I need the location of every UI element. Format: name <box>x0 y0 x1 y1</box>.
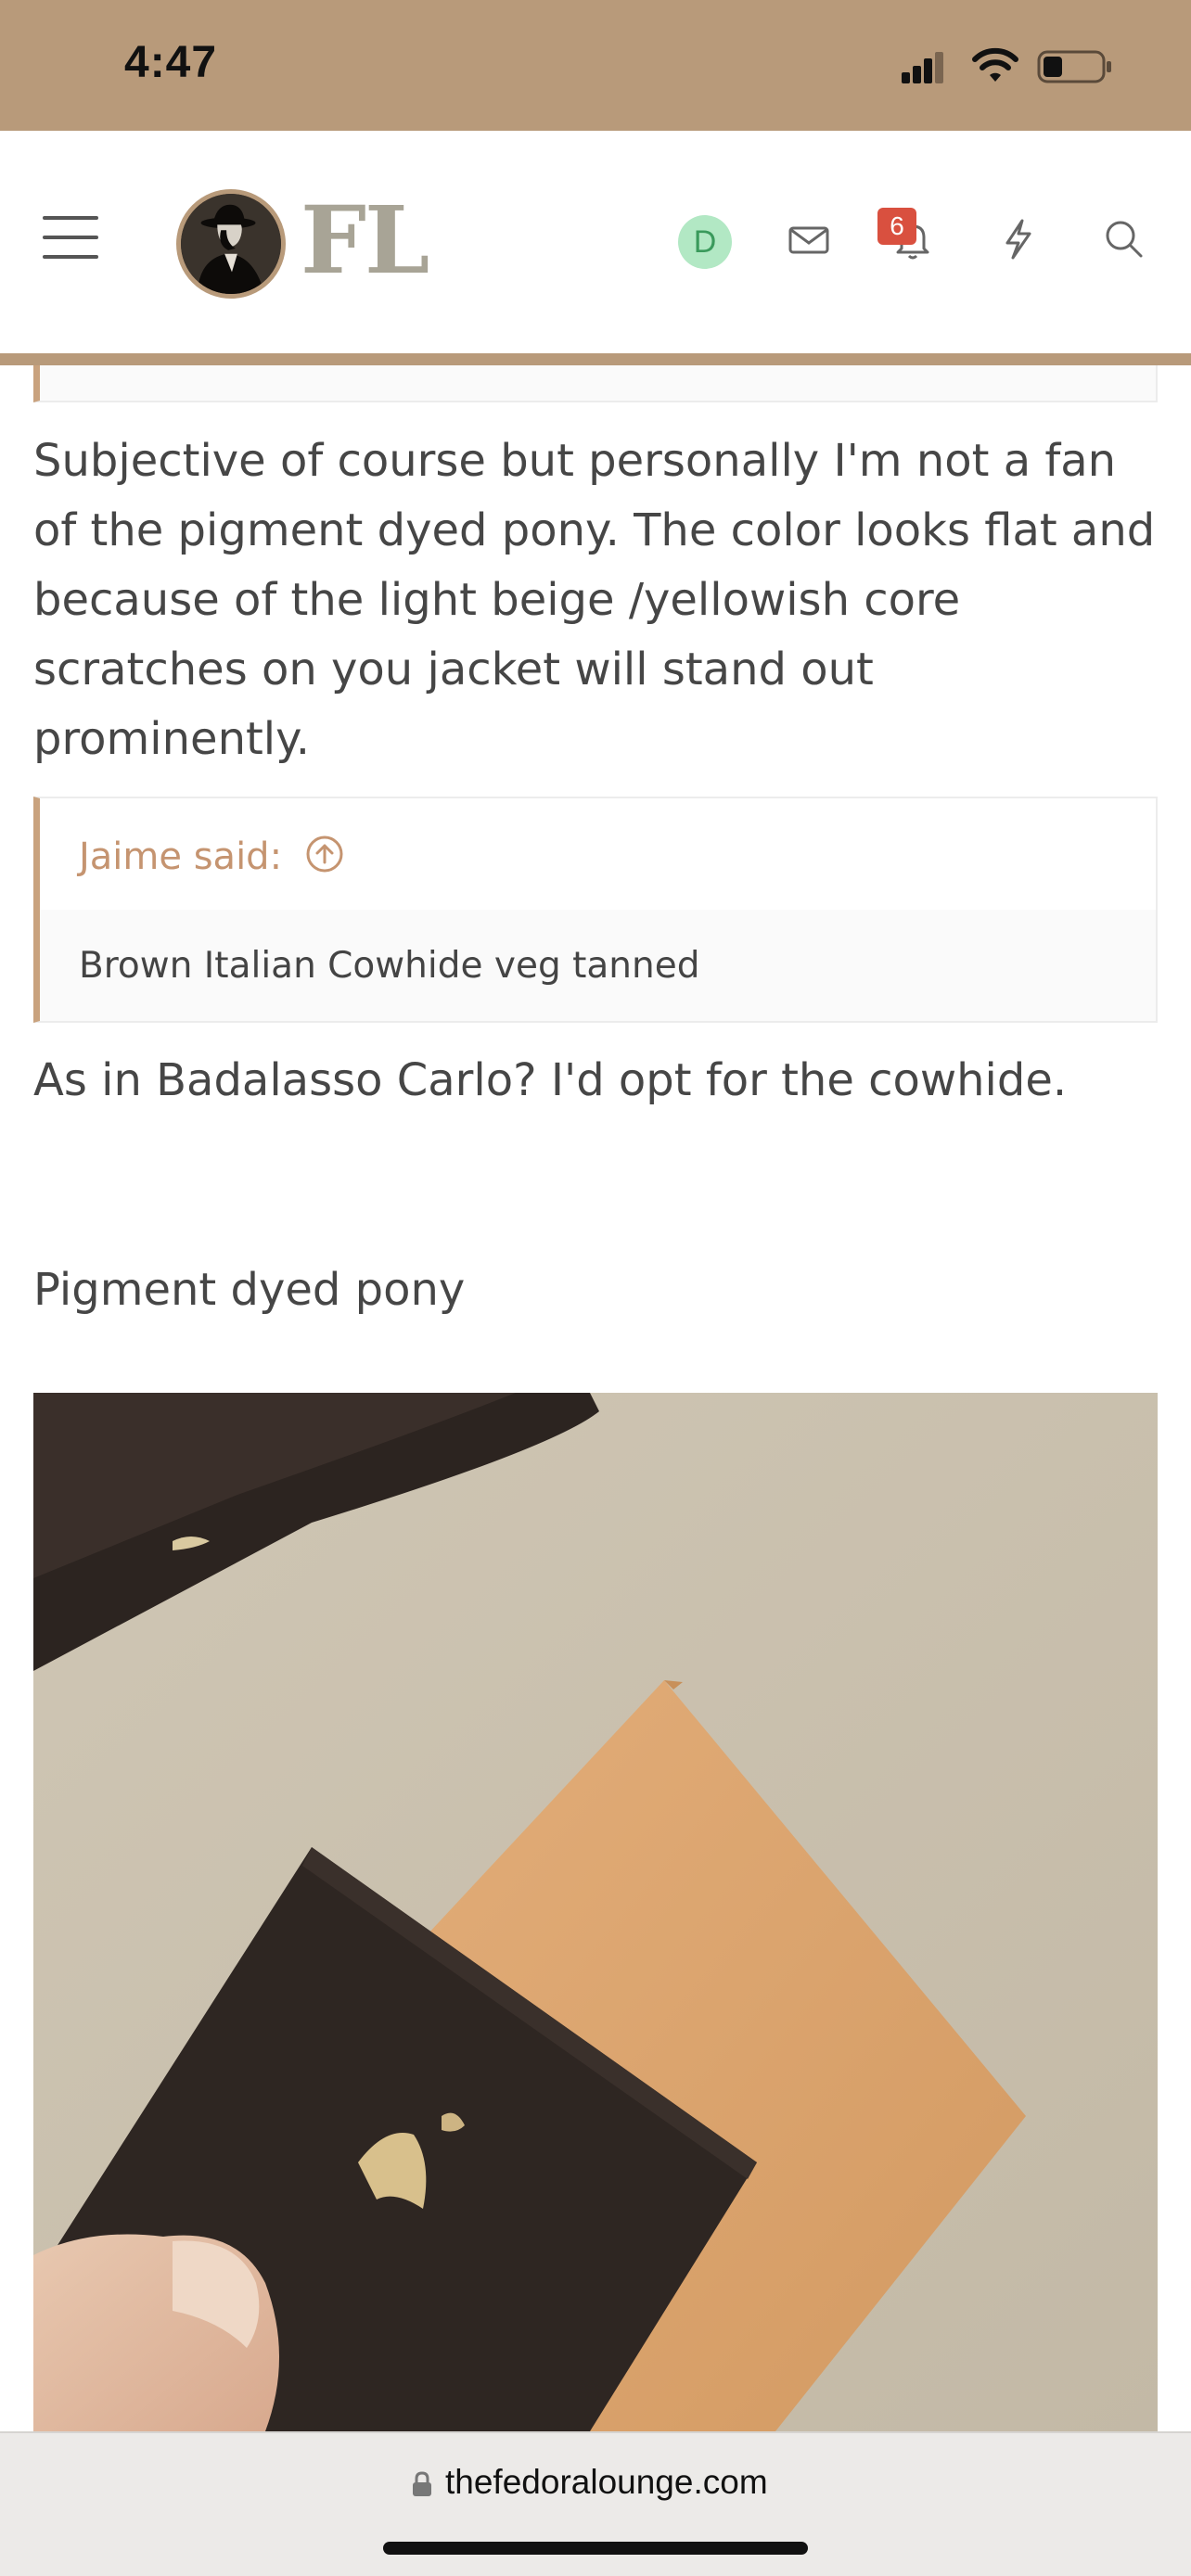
leather-sample-photo[interactable] <box>33 1393 1158 2431</box>
search-icon[interactable] <box>1100 215 1148 263</box>
menu-icon[interactable] <box>43 216 98 259</box>
post-paragraph: Subjective of course but personally I'm … <box>33 435 1156 765</box>
jump-to-quote-icon[interactable] <box>304 834 345 874</box>
fedora-man-logo-icon <box>176 189 286 299</box>
status-bar: 4:47 <box>0 0 1191 131</box>
image-caption: Pigment dyed pony <box>33 1264 466 1316</box>
quote-attribution-link[interactable]: Jaime said: <box>79 835 282 878</box>
notification-count-badge[interactable]: 6 <box>877 208 916 245</box>
battery-icon <box>1037 50 1111 83</box>
logo-text: FL <box>301 185 429 295</box>
header-divider <box>0 353 1191 365</box>
previous-quote-block <box>33 365 1158 402</box>
mail-icon[interactable] <box>785 215 833 263</box>
url-text[interactable]: thefedoralounge.com <box>445 2463 768 2502</box>
lock-icon <box>413 2471 431 2496</box>
user-avatar[interactable]: D <box>678 215 732 269</box>
home-indicator[interactable] <box>383 2542 808 2555</box>
quote-header: Jaime said: <box>40 798 1156 910</box>
quote-block: Jaime said: Brown Italian Cowhide veg ta… <box>33 797 1158 1023</box>
wifi-icon <box>972 47 1018 82</box>
site-logo[interactable]: FL <box>176 185 429 299</box>
status-time: 4:47 <box>124 38 218 87</box>
quote-text: Brown Italian Cowhide veg tanned <box>79 945 700 987</box>
post-paragraph: As in Badalasso Carlo? I'd opt for the c… <box>33 1054 1068 1106</box>
cellular-signal-icon <box>902 52 943 83</box>
lightning-icon[interactable] <box>994 215 1043 263</box>
